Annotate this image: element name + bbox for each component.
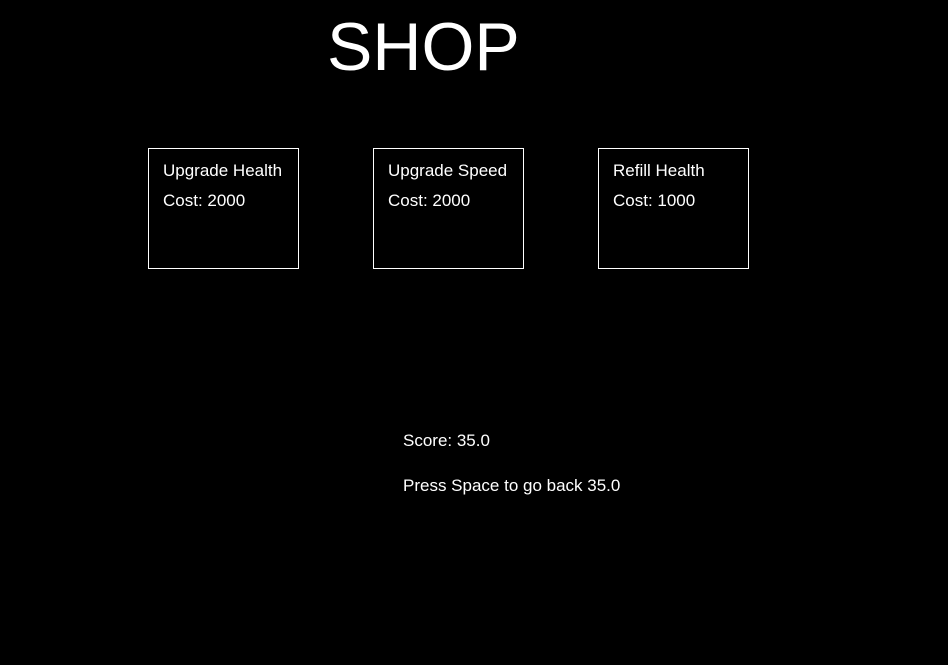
shop-item-cost: Cost: 2000 [163,191,246,210]
shop-item-refill-health[interactable]: Refill Health Cost: 1000 [598,148,749,269]
shop-item-name: Refill Health [613,161,705,180]
shop-item-cost: Cost: 1000 [613,191,696,210]
shop-item-upgrade-speed[interactable]: Upgrade Speed Cost: 2000 [373,148,524,269]
shop-title: SHOP [327,9,520,85]
score-display: Score: 35.0 [403,431,490,450]
shop-item-name: Upgrade Speed [388,161,508,180]
shop-item-upgrade-health[interactable]: Upgrade Health Cost: 2000 [148,148,299,269]
back-instruction: Press Space to go back 35.0 [403,476,621,495]
shop-item-name: Upgrade Health [163,161,283,180]
shop-item-cost: Cost: 2000 [388,191,471,210]
